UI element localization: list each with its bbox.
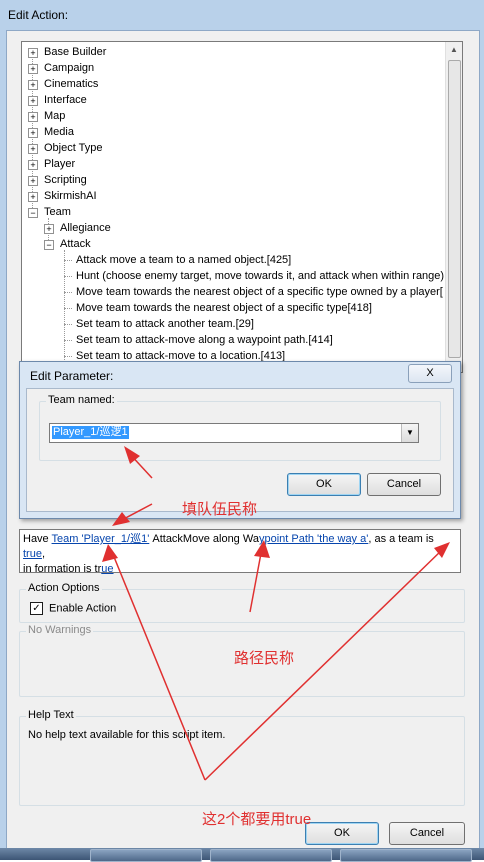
annotation-path-name: 路径民称 <box>234 650 295 667</box>
arrow-to-waypoint <box>249 547 263 613</box>
annotation-both-true: 这2个都要用true <box>202 811 312 828</box>
arrowhead <box>112 512 130 526</box>
arrow-to-formation <box>111 551 206 781</box>
annotation-team-name: 填队伍民称 <box>182 501 258 518</box>
annotation-overlay <box>102 446 450 781</box>
arrowhead <box>254 540 270 558</box>
